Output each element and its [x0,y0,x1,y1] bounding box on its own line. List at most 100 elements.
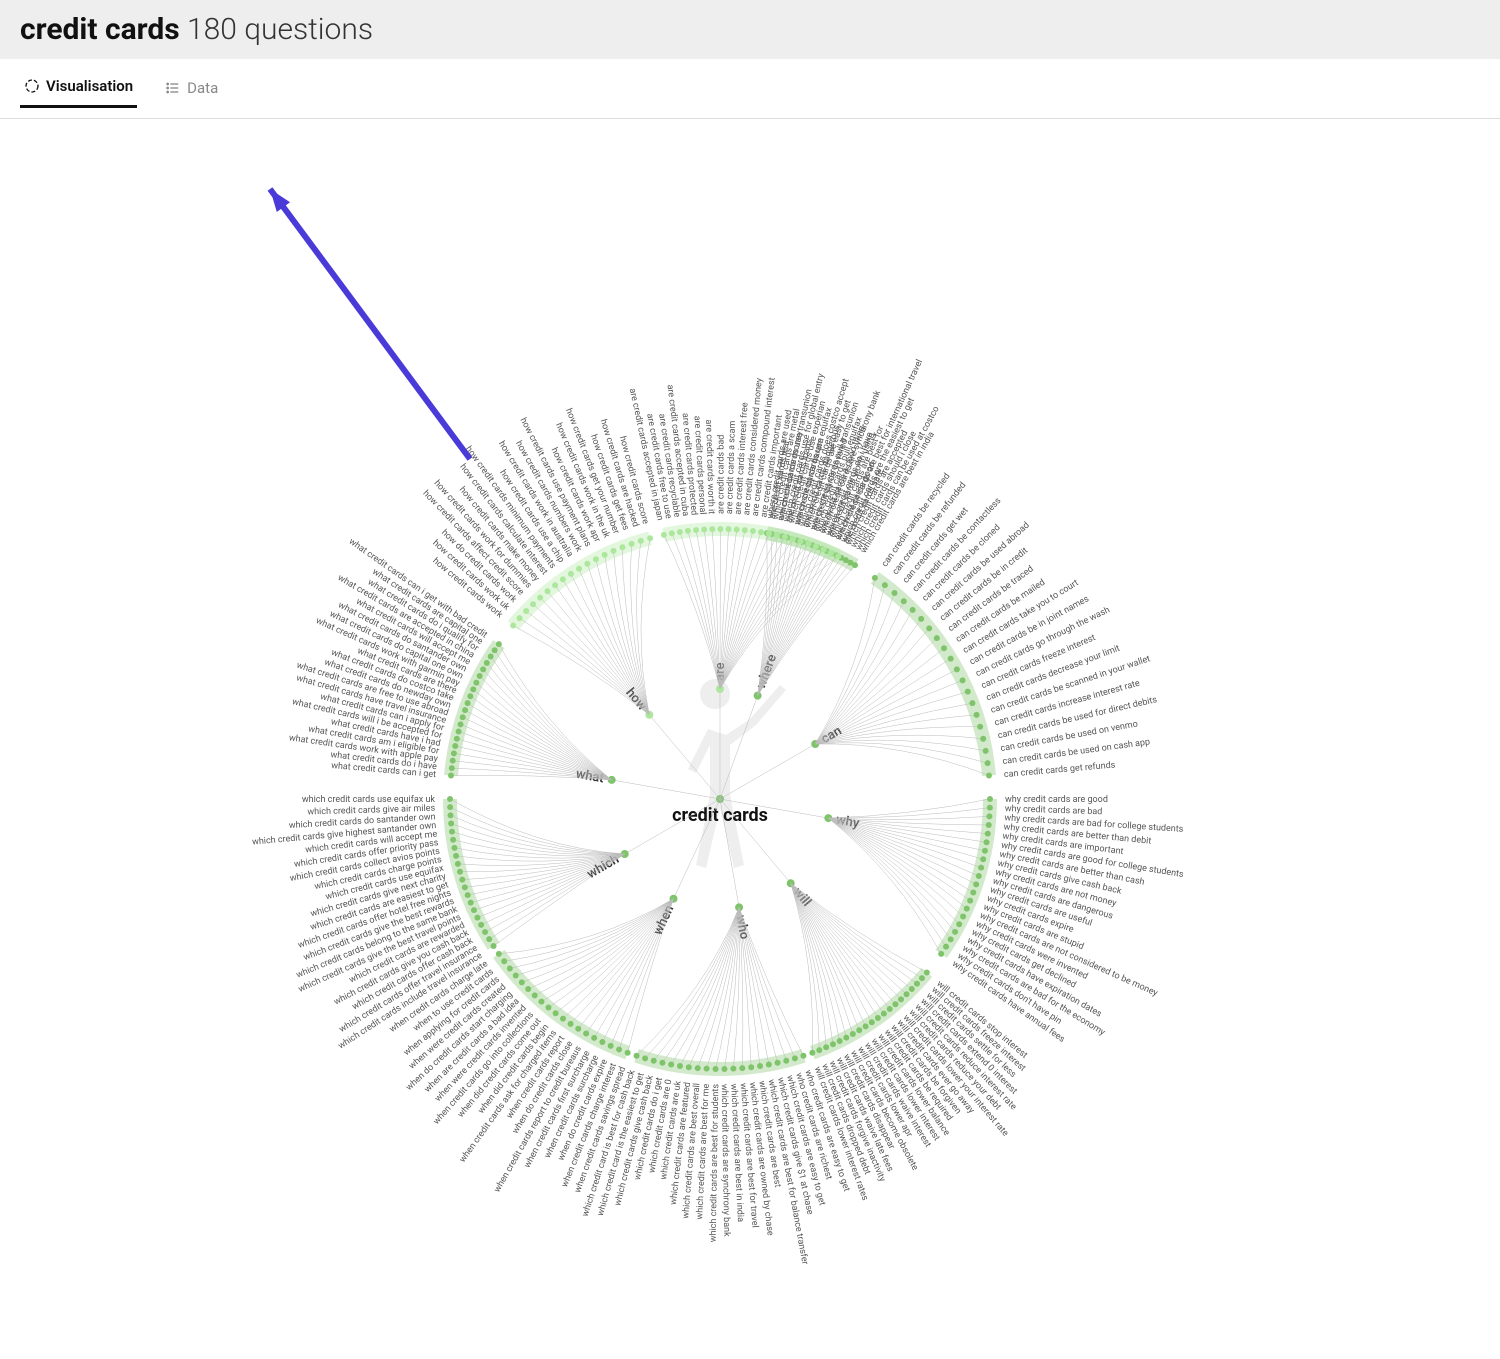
leaf-dot [467,693,473,699]
leaf-dot [523,608,529,614]
leaf-dot [583,1030,589,1036]
leaf-dot [538,999,544,1005]
leaf-dot [496,951,502,957]
leaf-dot [766,530,772,536]
title-keyword: credit cards [20,12,180,47]
leaf-dot [450,837,456,843]
leaf-dot [568,571,574,577]
question-label: why credit cards are good [1005,795,1108,805]
leaf-dot [471,907,477,913]
leaf-dot [458,721,464,727]
leaf-dot [642,1055,648,1061]
leaf-dot [457,869,463,875]
leaf-dot [976,873,982,879]
leaf-dot [872,575,878,581]
leaf-dot [693,527,699,533]
leaf-dot [454,736,460,742]
leaf-dot [513,973,519,979]
leaf-dot [924,970,930,976]
leaf-dot [584,561,590,567]
leaf-dot [455,861,461,867]
leaf-dot [750,528,756,534]
leaf-dot [453,853,459,859]
leaf-dot [926,625,932,631]
leaf-dot [465,700,471,706]
leaf-dot [938,951,944,957]
leaf-dot [987,796,993,802]
leaf-dot [608,1043,614,1049]
tab-visualisation[interactable]: Visualisation [20,69,137,108]
leaf-dot [701,526,707,532]
list-icon [165,80,181,96]
leaf-dot [892,1001,898,1007]
annotation-arrow [270,189,470,459]
leaf-dot [496,641,502,647]
leaf-dot [739,1065,745,1071]
leaf-dot [909,986,915,992]
leaf-dot [532,992,538,998]
visualisation-icon [24,78,40,94]
leaf-dot [734,527,740,533]
leaf-dot [987,805,993,811]
leaf-dot [914,981,920,987]
leaf-dot [450,758,456,764]
leaf-dot [709,526,715,532]
leaf-dot [757,1063,763,1069]
leaf-dot [941,645,947,651]
leaf-dot [982,848,988,854]
leaf-dot [742,527,748,533]
leaf-dot [985,760,991,766]
leaf-dot [774,532,780,538]
leaf-dot [965,689,971,695]
tab-bar: Visualisation Data [0,59,1500,119]
leaf-dot [790,536,796,542]
silhouette-icon [688,679,786,868]
leaf-dot [835,553,841,559]
leaf-dot [478,922,484,928]
leaf-dot [545,1005,551,1011]
leaf-dot [507,966,513,972]
leaf-dot [986,822,992,828]
leaf-dot [448,772,454,778]
leaf-dot [451,750,457,756]
center-label: credit cards [672,805,768,826]
leaf-dot [919,975,925,981]
leaf-dot [447,812,453,818]
leaf-dot [668,1062,674,1068]
leaf-dot [875,1015,881,1021]
leaf-dot [954,666,960,672]
title-count: 180 questions [187,12,373,47]
leaf-dot [460,714,466,720]
leaf-dot [980,856,986,862]
leaf-dot [901,598,907,604]
leaf-dot [525,986,531,992]
leaf-dot [553,1010,559,1016]
leaf-dot [456,729,462,735]
leaf-dot [713,1066,719,1072]
leaf-dot [465,892,471,898]
leaf-dot [610,548,616,554]
leaf-dot [482,929,488,935]
leaf-dot [552,582,558,588]
leaf-dot [800,1053,806,1059]
page-header: credit cards 180 questions [0,0,1500,59]
leaf-dot [619,544,625,550]
leaf-dot [625,1050,631,1056]
leaf-dot [447,796,453,802]
leaf-dot [480,666,486,672]
leaf-dot [869,1019,875,1025]
leaf-dot [484,660,490,666]
leaf-dot [647,535,653,541]
leaf-dot [910,607,916,613]
leaf-dot [967,898,973,904]
tab-data[interactable]: Data [161,69,222,108]
leaf-dot [985,831,991,837]
leaf-dot [856,1027,862,1033]
leaf-dot [918,616,924,622]
leaf-dot [977,724,983,730]
leaf-dot [850,1031,856,1037]
leaf-dot [449,765,455,771]
leaf-dot [964,906,970,912]
leaf-dot [983,748,989,754]
leaf-dot [695,1065,701,1071]
